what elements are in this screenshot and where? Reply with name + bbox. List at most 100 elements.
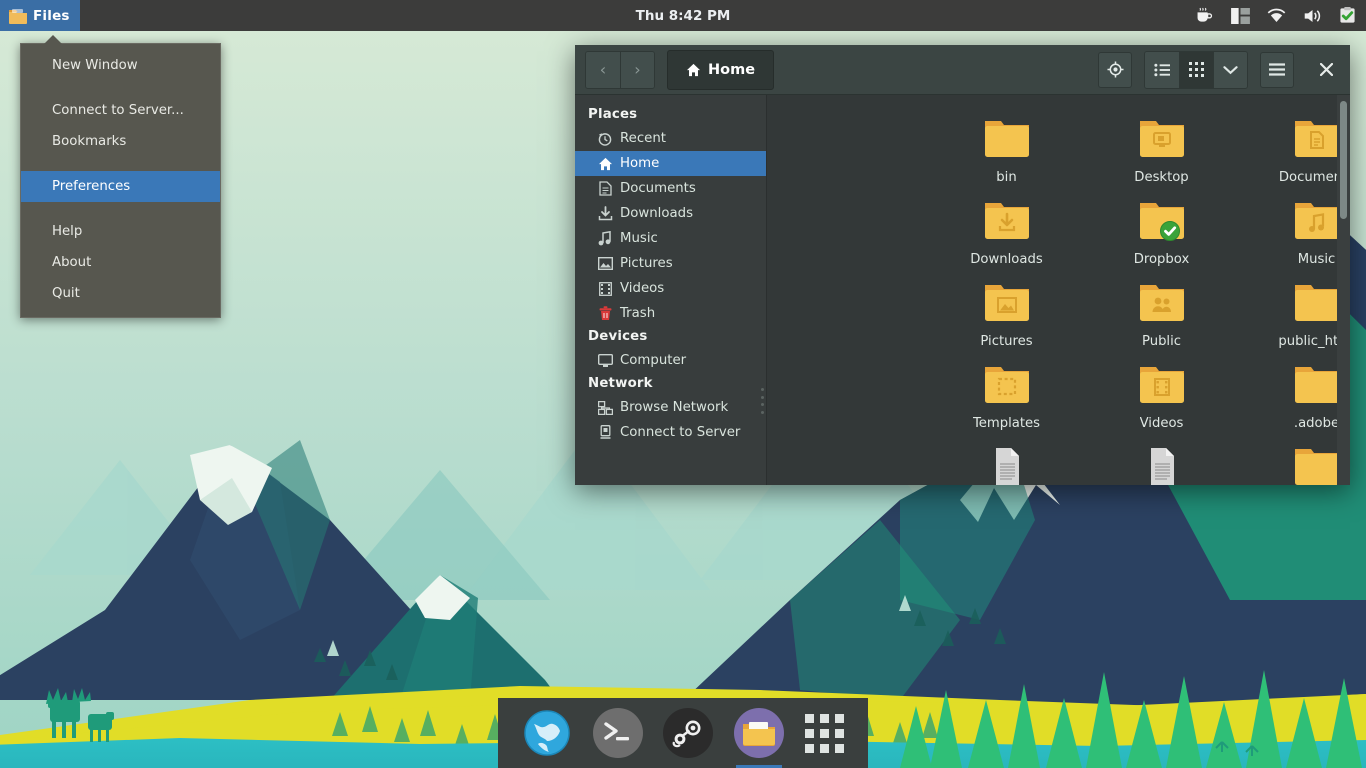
dock	[498, 698, 868, 768]
trash-icon	[597, 306, 613, 322]
sidebar-item-computer[interactable]: Computer	[575, 348, 766, 373]
menu-item-preferences[interactable]: Preferences	[21, 171, 220, 202]
file-item[interactable]: Dropbox	[1084, 195, 1239, 267]
music-note-icon	[597, 231, 613, 247]
sidebar-item-label: Recent	[620, 131, 666, 146]
sidebar-item-trash[interactable]: Trash	[575, 301, 766, 326]
sidebar-item-label: Videos	[620, 281, 665, 296]
file-name: Desktop	[1134, 170, 1189, 185]
dock-item-terminal[interactable]	[592, 708, 643, 758]
files-icon	[743, 722, 776, 746]
sidebar-item-downloads[interactable]: Downloads	[575, 201, 766, 226]
sidebar-item-documents[interactable]: Documents	[575, 176, 766, 201]
home-icon	[597, 156, 613, 172]
menu-arrow	[44, 35, 62, 44]
folder-icon	[981, 197, 1033, 245]
dock-item-app-grid[interactable]	[804, 713, 844, 753]
wifi-icon[interactable]	[1267, 8, 1286, 23]
breadcrumb-home[interactable]: Home	[667, 49, 775, 90]
hamburger-menu-icon[interactable]	[1260, 51, 1294, 88]
forward-button[interactable]: ›	[620, 51, 654, 88]
network-icon	[597, 400, 613, 416]
file-name: Public	[1141, 334, 1182, 349]
clock-icon	[597, 131, 613, 147]
back-button[interactable]: ‹	[586, 51, 620, 88]
breadcrumb-label: Home	[708, 61, 756, 78]
folder-icon	[1291, 443, 1343, 485]
menu-item-about[interactable]: About	[21, 247, 220, 278]
text-file-icon	[1136, 443, 1188, 485]
text-file-icon	[981, 443, 1033, 485]
close-icon[interactable]	[1308, 50, 1344, 90]
navigation-buttons: ‹ ›	[585, 50, 655, 89]
file-manager-window: ‹ › Home Places Recent Home Documents Do…	[575, 45, 1350, 485]
file-item[interactable]: Documents	[1239, 113, 1350, 185]
file-item[interactable]: .bashrc	[1084, 441, 1239, 485]
file-item[interactable]: .adobe	[1239, 359, 1350, 431]
sidebar-item-browse-network[interactable]: Browse Network	[575, 395, 766, 420]
file-item[interactable]: Videos	[1084, 359, 1239, 431]
menu-item-help[interactable]: Help	[21, 216, 220, 247]
sidebar-item-home[interactable]: Home	[575, 151, 766, 176]
file-name: Downloads	[970, 252, 1043, 267]
folder-icon	[1291, 279, 1343, 327]
sidebar-item-music[interactable]: Music	[575, 226, 766, 251]
view-mode-group	[1144, 50, 1248, 89]
sidebar-resize-grip[interactable]	[761, 388, 764, 414]
menu-item-connect-to-server[interactable]: Connect to Server...	[21, 95, 220, 126]
sidebar-item-connect-to-server[interactable]: Connect to Server	[575, 420, 766, 445]
list-view-icon[interactable]	[1145, 51, 1179, 88]
dock-item-web-browser[interactable]	[522, 708, 572, 758]
file-icon-view[interactable]: bin Desktop Documents Downloads Dropbox …	[767, 95, 1350, 485]
scrollbar-thumb[interactable]	[1340, 101, 1347, 219]
caffeine-icon[interactable]	[1195, 7, 1214, 24]
grid-view-icon[interactable]	[1179, 51, 1213, 88]
dock-item-steam[interactable]	[663, 708, 714, 758]
file-manager-body: Places Recent Home Documents Downloads M…	[575, 95, 1350, 485]
chevron-down-icon[interactable]	[1213, 51, 1247, 88]
files-menu-trigger[interactable]: Files	[0, 0, 80, 31]
file-item[interactable]: Pictures	[929, 277, 1084, 349]
menu-separator	[21, 81, 220, 95]
menu-separator	[21, 202, 220, 216]
location-target-icon[interactable]	[1098, 51, 1132, 88]
file-item[interactable]: .bash_history	[929, 441, 1084, 485]
file-item[interactable]: Music	[1239, 195, 1350, 267]
file-name: Templates	[972, 416, 1041, 431]
volume-icon[interactable]	[1303, 8, 1322, 24]
menu-item-bookmarks[interactable]: Bookmarks	[21, 126, 220, 157]
update-manager-icon[interactable]	[1339, 7, 1356, 24]
sidebar-item-videos[interactable]: Videos	[575, 276, 766, 301]
sidebar-item-label: Trash	[620, 306, 656, 321]
file-name: .adobe	[1293, 416, 1340, 431]
app-grid-icon	[804, 713, 814, 723]
sidebar-item-pictures[interactable]: Pictures	[575, 251, 766, 276]
file-item[interactable]: public_html	[1239, 277, 1350, 349]
dock-item-files[interactable]	[734, 708, 785, 768]
sidebar-item-label: Pictures	[620, 256, 673, 271]
sidebar-item-label: Downloads	[620, 206, 694, 221]
server-connect-icon	[597, 425, 613, 441]
menu-item-new-window[interactable]: New Window	[21, 50, 220, 81]
files-app-menu: New Window Connect to Server... Bookmark…	[20, 35, 221, 318]
file-manager-header: ‹ › Home	[575, 45, 1350, 95]
file-item[interactable]: Public	[1084, 277, 1239, 349]
file-item[interactable]: .cache	[1239, 441, 1350, 485]
file-item[interactable]: bin	[929, 113, 1084, 185]
vertical-scrollbar[interactable]	[1337, 95, 1350, 485]
menu-item-quit[interactable]: Quit	[21, 278, 220, 309]
file-item[interactable]: Desktop	[1084, 113, 1239, 185]
file-item[interactable]: Templates	[929, 359, 1084, 431]
top-panel: Files Thu 8:42 PM	[0, 0, 1366, 31]
sidebar-section-network: Network	[588, 376, 653, 391]
file-item[interactable]: Downloads	[929, 195, 1084, 267]
sidebar-item-recent[interactable]: Recent	[575, 126, 766, 151]
file-name: Pictures	[980, 334, 1033, 349]
folder-icon	[1291, 115, 1343, 163]
window-layout-icon[interactable]	[1231, 7, 1250, 24]
terminal-icon	[604, 722, 629, 741]
folder-icon	[1136, 197, 1188, 245]
folder-icon	[9, 8, 27, 24]
sidebar-item-label: Computer	[620, 353, 687, 368]
file-name: Dropbox	[1133, 252, 1190, 267]
